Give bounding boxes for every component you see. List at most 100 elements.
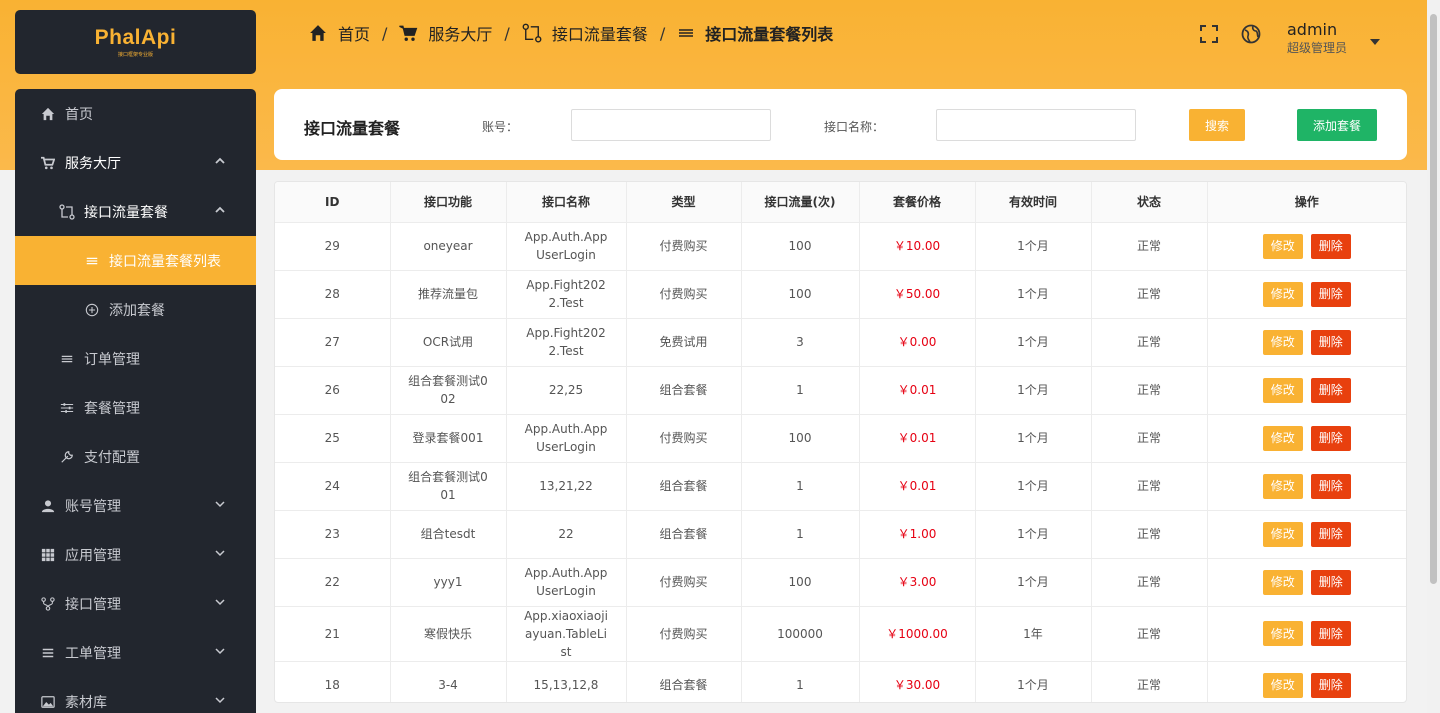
edit-button[interactable]: 修改: [1262, 521, 1303, 547]
cell-price: ￥30.00: [859, 661, 976, 702]
cell-function: 3-4: [390, 661, 507, 702]
breadcrumb-item-home[interactable]: 首页: [308, 21, 370, 45]
sidebar-item-materials[interactable]: 素材库: [15, 677, 256, 713]
cell-text: 1个月: [1017, 678, 1049, 692]
cell-actions: 修改 删除: [1207, 366, 1406, 415]
delete-button[interactable]: 删除: [1310, 281, 1351, 307]
sidebar-item-package-list[interactable]: 接口流量套餐列表: [15, 236, 256, 285]
delete-button[interactable]: 删除: [1310, 569, 1351, 595]
delete-button[interactable]: 删除: [1310, 672, 1351, 698]
cell-actions: 修改 删除: [1207, 661, 1406, 702]
cell-text: 15,13,12,8: [533, 678, 599, 692]
edit-button[interactable]: 修改: [1262, 329, 1303, 355]
add-package-button[interactable]: 添加套餐: [1297, 109, 1377, 141]
sidebar-item-service-hall[interactable]: 服务大厅: [15, 138, 256, 187]
cell-actions: 修改 删除: [1207, 558, 1406, 607]
cell-id: 18: [275, 661, 391, 702]
cell-status: 正常: [1091, 318, 1208, 367]
cell-api-name: 22,25: [506, 366, 627, 415]
table-body: 29 oneyear App.Auth.AppUserLogin 付费购买 100 ￥10…: [275, 222, 1406, 702]
user-name: admin: [1287, 20, 1338, 39]
cell-type: 付费购买: [626, 414, 742, 463]
fork-icon: [40, 596, 56, 612]
cell-text: 21: [324, 626, 340, 641]
cell-text: oneyear: [423, 239, 473, 253]
account-input[interactable]: [571, 109, 771, 141]
sidebar-item-add-package[interactable]: 添加套餐: [15, 285, 256, 334]
sidebar-item-api-traffic-package[interactable]: 接口流量套餐: [15, 187, 256, 236]
globe-icon[interactable]: [1240, 22, 1262, 46]
cell-text: 100: [788, 239, 812, 253]
cell-period: 1个月: [975, 222, 1092, 271]
cell-text: 免费试用: [659, 335, 708, 349]
cell-text: 1年: [1023, 626, 1043, 641]
cell-text: 100000: [777, 626, 823, 641]
delete-button[interactable]: 删除: [1310, 329, 1351, 355]
cell-text: 22: [558, 527, 574, 541]
panel-title: 接口流量套餐: [304, 119, 401, 138]
edit-button[interactable]: 修改: [1262, 672, 1303, 698]
cell-text: ￥10.00: [893, 239, 941, 253]
delete-button[interactable]: 删除: [1310, 377, 1351, 403]
logo[interactable]: PhalApi 接口框架专业版: [15, 10, 256, 74]
cell-text: App.Auth.AppUserLogin: [524, 230, 608, 262]
sidebar-item-label: 套餐管理: [84, 400, 140, 417]
api-name-label: 接口名称：: [824, 120, 885, 134]
cell-traffic: 1: [741, 661, 860, 702]
scrollbar-thumb[interactable]: [1430, 14, 1437, 584]
cell-text: 组合套餐: [659, 678, 708, 692]
cell-period: 1个月: [975, 414, 1092, 463]
sidebar-item-home[interactable]: 首页: [15, 89, 256, 138]
breadcrumb-item-api-traffic-package[interactable]: 接口流量套餐: [522, 21, 648, 45]
cell-api-name: App.Auth.AppUserLogin: [506, 222, 627, 271]
edit-button[interactable]: 修改: [1262, 569, 1303, 595]
cell-price: ￥1000.00: [859, 606, 976, 662]
delete-button[interactable]: 删除: [1310, 473, 1351, 499]
breadcrumb-label: 服务大厅: [428, 25, 493, 44]
cell-text: 正常: [1136, 678, 1161, 692]
sidebar-item-tickets[interactable]: 工单管理: [15, 628, 256, 677]
sidebar-item-label: 账号管理: [65, 498, 121, 515]
delete-button[interactable]: 删除: [1310, 621, 1351, 646]
cell-text: App.Auth.AppUserLogin: [524, 422, 608, 454]
edit-button[interactable]: 修改: [1262, 621, 1303, 646]
cell-text: ￥50.00: [893, 287, 941, 301]
api-name-input[interactable]: [936, 109, 1136, 141]
cell-text: 组合套餐: [659, 383, 708, 397]
edit-button[interactable]: 修改: [1262, 281, 1303, 307]
edit-button[interactable]: 修改: [1262, 473, 1303, 499]
cell-function: 推荐流量包: [390, 270, 507, 319]
page-scrollbar[interactable]: [1427, 0, 1440, 713]
caret-down-icon[interactable]: [1370, 30, 1380, 49]
fullscreen-icon[interactable]: [1198, 22, 1220, 46]
chevron-down-icon: [214, 645, 226, 661]
cell-actions: 修改 删除: [1207, 606, 1406, 662]
cell-traffic: 1: [741, 462, 860, 511]
cell-id: 23: [275, 510, 391, 559]
sidebar-item-payment-config[interactable]: 支付配置: [15, 432, 256, 481]
user-menu[interactable]: admin 超级管理员: [1287, 20, 1347, 56]
sidebar-item-package-management[interactable]: 套餐管理: [15, 383, 256, 432]
edit-button[interactable]: 修改: [1262, 425, 1303, 451]
cell-text: 组合套餐测试001: [408, 470, 488, 502]
edit-button[interactable]: 修改: [1262, 377, 1303, 403]
sidebar-item-apis[interactable]: 接口管理: [15, 579, 256, 628]
delete-button[interactable]: 删除: [1310, 521, 1351, 547]
edit-button[interactable]: 修改: [1262, 233, 1303, 259]
sidebar-item-apps[interactable]: 应用管理: [15, 530, 256, 579]
sidebar-item-accounts[interactable]: 账号管理: [15, 481, 256, 530]
cell-text: 正常: [1136, 575, 1161, 589]
menu-icon: [40, 645, 56, 661]
breadcrumb-item-service-hall[interactable]: 服务大厅: [399, 21, 492, 45]
cell-traffic: 100: [741, 414, 860, 463]
cell-text: 22: [324, 575, 340, 589]
cell-actions: 修改 删除: [1207, 510, 1406, 559]
sidebar-item-orders[interactable]: 订单管理: [15, 334, 256, 383]
cell-text: 1个月: [1017, 383, 1049, 397]
search-button[interactable]: 搜索: [1189, 109, 1245, 141]
cell-api-name: 22: [506, 510, 627, 559]
delete-button[interactable]: 删除: [1310, 233, 1351, 259]
cell-status: 正常: [1091, 222, 1208, 271]
breadcrumb-label: 接口流量套餐列表: [705, 25, 834, 44]
delete-button[interactable]: 删除: [1310, 425, 1351, 451]
